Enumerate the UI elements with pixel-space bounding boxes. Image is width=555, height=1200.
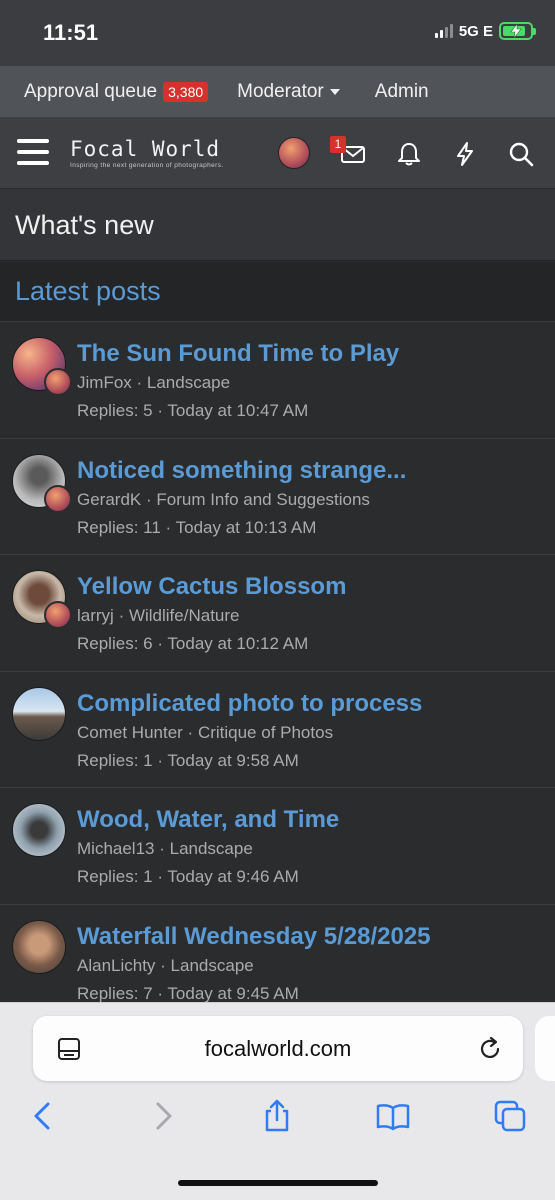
list-item[interactable]: The Sun Found Time to Play JimFox · Land… <box>0 322 555 439</box>
post-author[interactable]: GerardK <box>77 490 141 509</box>
browser-toolbar: focalworld.com <box>0 1002 555 1200</box>
status-indicators: 5G E <box>434 22 536 40</box>
author-avatar[interactable] <box>12 803 66 857</box>
post-forum[interactable]: Landscape <box>147 373 230 392</box>
post-stats: Replies: 6 · Today at 10:12 AM <box>77 634 309 653</box>
post-forum[interactable]: Landscape <box>170 839 253 858</box>
post-time[interactable]: Today at 10:13 AM <box>176 518 317 537</box>
url-text[interactable]: focalworld.com <box>33 1036 523 1062</box>
post-title[interactable]: Noticed something strange... <box>77 457 406 485</box>
list-item[interactable]: Noticed something strange... GerardK · F… <box>0 438 555 555</box>
chevron-down-icon <box>329 88 340 95</box>
list-item[interactable]: Yellow Cactus Blossom larryj · Wildlife/… <box>0 555 555 672</box>
post-forum[interactable]: Landscape <box>171 956 254 975</box>
list-item[interactable]: Complicated photo to process Comet Hunte… <box>0 671 555 788</box>
post-stats: Replies: 11 · Today at 10:13 AM <box>77 517 317 537</box>
post-stats: Replies: 1 · Today at 9:46 AM <box>77 867 299 886</box>
tabs-icon[interactable] <box>493 1099 527 1133</box>
post-time[interactable]: Today at 9:45 AM <box>167 984 298 1003</box>
post-meta: AlanLichty · Landscape <box>77 955 254 975</box>
post-title[interactable]: Yellow Cactus Blossom <box>77 573 346 601</box>
post-meta: Michael13 · Landscape <box>77 839 253 858</box>
post-forum[interactable]: Forum Info and Suggestions <box>156 490 370 509</box>
logo-tagline: Inspiring the next generation of photogr… <box>70 162 224 169</box>
admin-link[interactable]: Admin <box>375 81 429 103</box>
admin-label: Admin <box>374 80 429 102</box>
reload-icon[interactable] <box>477 1036 503 1062</box>
search-icon[interactable] <box>508 141 534 167</box>
post-author[interactable]: AlanLichty <box>77 956 155 975</box>
post-stats: Replies: 7 · Today at 9:45 AM <box>77 983 299 1003</box>
signal-icon <box>434 24 453 38</box>
bookmarks-icon[interactable] <box>376 1099 410 1133</box>
section-title[interactable]: Latest posts <box>15 276 161 307</box>
post-author[interactable]: larryj <box>77 606 114 625</box>
post-title[interactable]: Complicated photo to process <box>77 690 422 718</box>
status-time: 11:51 <box>43 20 99 45</box>
page-title: What's new <box>15 210 154 240</box>
moderator-bar: Approval queue 3,380 Moderator Admin <box>0 66 555 117</box>
post-time[interactable]: Today at 9:58 AM <box>167 751 298 770</box>
post-meta: GerardK · Forum Info and Suggestions <box>77 489 370 509</box>
post-meta: JimFox · Landscape <box>77 373 231 392</box>
bell-icon[interactable] <box>396 141 422 167</box>
bolt-icon[interactable] <box>452 141 478 167</box>
post-time[interactable]: Today at 10:47 AM <box>167 401 308 420</box>
post-title[interactable]: The Sun Found Time to Play <box>77 340 399 368</box>
messages-badge: 1 <box>330 136 346 153</box>
approval-queue-label: Approval queue <box>24 80 158 102</box>
approval-queue-count: 3,380 <box>163 81 209 102</box>
back-icon[interactable] <box>26 1099 60 1133</box>
forward-icon[interactable] <box>146 1099 180 1133</box>
post-replies: Replies: 1 <box>77 750 153 770</box>
post-replies: Replies: 5 <box>77 401 153 420</box>
status-bar: 11:51 5G E <box>0 0 555 66</box>
post-replies: Replies: 7 <box>77 983 153 1003</box>
logo-text: Focal World <box>70 137 221 161</box>
post-stats: Replies: 5 · Today at 10:47 AM <box>77 401 309 420</box>
approval-queue-link[interactable]: Approval queue 3,380 <box>24 80 209 103</box>
network-label: 5G E <box>458 22 493 40</box>
latest-poster-avatar[interactable] <box>44 601 72 629</box>
author-avatar[interactable] <box>12 919 66 974</box>
post-replies: Replies: 11 <box>77 517 161 537</box>
post-stats: Replies: 1 · Today at 9:58 AM <box>77 750 299 770</box>
battery-icon <box>499 22 536 40</box>
list-item[interactable]: Wood, Water, and Time Michael13 · Landsc… <box>0 788 555 905</box>
user-avatar[interactable] <box>278 137 310 169</box>
page-header: What's new <box>0 189 555 261</box>
post-list: The Sun Found Time to Play JimFox · Land… <box>0 322 555 1021</box>
latest-poster-avatar[interactable] <box>44 484 72 513</box>
post-replies: Replies: 1 <box>77 867 153 886</box>
post-title[interactable]: Waterfall Wednesday 5/28/2025 <box>77 923 431 951</box>
section-header: Latest posts <box>0 262 555 322</box>
post-meta: larryj · Wildlife/Nature <box>77 606 240 625</box>
post-author[interactable]: Michael13 <box>77 839 155 858</box>
post-title[interactable]: Wood, Water, and Time <box>77 806 339 834</box>
post-time[interactable]: Today at 10:12 AM <box>167 634 308 653</box>
post-author[interactable]: Comet Hunter <box>77 723 183 742</box>
next-tab-preview[interactable] <box>535 1016 555 1081</box>
post-time[interactable]: Today at 9:46 AM <box>167 867 298 886</box>
home-indicator[interactable] <box>178 1180 378 1186</box>
moderator-label: Moderator <box>237 80 324 102</box>
share-icon[interactable] <box>260 1099 294 1133</box>
post-forum[interactable]: Critique of Photos <box>198 723 333 742</box>
post-forum[interactable]: Wildlife/Nature <box>129 606 240 625</box>
moderator-menu[interactable]: Moderator <box>237 81 340 103</box>
post-meta: Comet Hunter · Critique of Photos <box>77 722 334 742</box>
author-avatar[interactable] <box>12 686 66 741</box>
post-author[interactable]: JimFox <box>77 373 132 392</box>
site-logo[interactable]: Focal World Inspiring the next generatio… <box>70 137 224 169</box>
address-bar[interactable]: focalworld.com <box>33 1016 523 1081</box>
post-replies: Replies: 6 <box>77 634 153 653</box>
menu-icon[interactable] <box>17 139 49 165</box>
latest-poster-avatar[interactable] <box>44 368 72 396</box>
